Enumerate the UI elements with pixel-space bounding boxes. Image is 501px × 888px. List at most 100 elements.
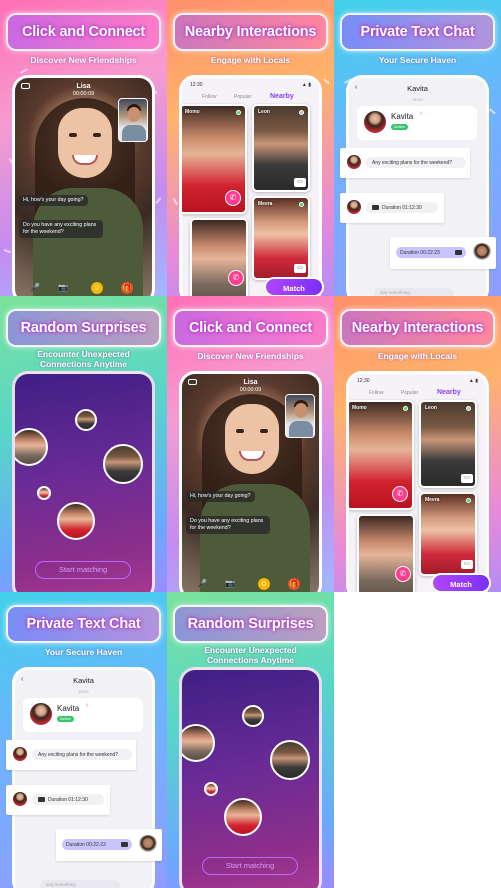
user-card[interactable]: ✆ <box>190 218 248 296</box>
self-preview-video[interactable] <box>285 394 315 438</box>
user-bubble[interactable] <box>103 444 143 484</box>
eye-left <box>236 429 244 433</box>
match-button[interactable]: Match <box>431 573 491 592</box>
phone-icon[interactable]: ✆ <box>225 190 241 206</box>
user-card[interactable]: Leon ▭ <box>419 400 477 488</box>
gift-icon[interactable]: 🎁 <box>288 578 300 590</box>
tile-click-connect: Click and Connect Discover New Friendshi… <box>0 0 167 296</box>
subtitle: Your Secure Haven <box>378 55 457 65</box>
caller-name: Lisa <box>243 379 258 386</box>
banner-title: Private Text Chat <box>26 616 141 632</box>
video-icon <box>121 842 128 847</box>
mic-icon[interactable]: 🎤 <box>196 578 208 590</box>
user-bubble[interactable] <box>182 724 215 762</box>
screenshot-grid: Click and Connect Discover New Friendshi… <box>0 0 501 888</box>
phone-icon[interactable]: ✆ <box>392 486 408 502</box>
video-icon <box>455 250 462 255</box>
chat-bubble: Do you have any exciting plans for the w… <box>19 220 103 238</box>
phone-icon[interactable]: ✆ <box>395 566 411 582</box>
phone-mockup-video-call: Lisa 00:00:09 Hi, how's your day going? … <box>179 371 322 592</box>
tab-popular[interactable]: Popular <box>401 390 418 396</box>
tab-nearby[interactable]: Nearby <box>437 389 461 396</box>
tile-nearby: Nearby Interactions Engage with Locals 1… <box>334 296 501 592</box>
avatar <box>346 154 362 170</box>
user-bubble[interactable] <box>15 428 48 466</box>
user-card[interactable]: ✆ <box>357 514 415 592</box>
call-timer: 00:00:09 <box>239 387 262 393</box>
message-card: Any exciting plans for the weekend? <box>6 740 136 770</box>
user-card[interactable]: Leon ▭ <box>252 104 310 192</box>
tab-follow[interactable]: Follow <box>369 390 383 396</box>
self-preview-video[interactable] <box>118 98 148 142</box>
user-card[interactable]: Momo ✆ <box>182 104 247 214</box>
camera-icon[interactable]: 📷 <box>224 578 236 590</box>
online-indicator <box>466 498 471 503</box>
user-card[interactable]: Meera ▭ <box>419 492 477 576</box>
user-card[interactable]: Momo ✆ <box>349 400 414 510</box>
user-bubble[interactable] <box>75 409 97 431</box>
user-card[interactable]: Meera ▭ <box>252 196 310 280</box>
user-bubble[interactable] <box>37 486 51 500</box>
tab-nearby[interactable]: Nearby <box>270 93 294 100</box>
chat-icon[interactable]: ▭ <box>461 560 473 569</box>
banner: Private Text Chat <box>340 13 495 51</box>
phone-mockup-random: Start matching <box>179 667 322 888</box>
user-bubble[interactable] <box>224 798 262 836</box>
avatar <box>346 199 362 215</box>
user-bubble[interactable] <box>270 740 310 780</box>
banner: Nearby Interactions <box>340 309 495 347</box>
tab-follow[interactable]: Follow <box>202 94 216 100</box>
tile-random: Random Surprises Encounter Unexpected Co… <box>0 296 167 592</box>
start-matching-button[interactable]: Start matching <box>35 561 131 579</box>
profile-card[interactable]: Kavita ♀ Active <box>357 106 477 140</box>
emoji-icon[interactable]: ☺ <box>91 282 103 294</box>
card-name: Leon <box>258 109 270 115</box>
call-record-pill: Duration 01:12:30 <box>366 202 438 213</box>
chat-bubble: Hi, how's your day going? <box>19 195 88 206</box>
banner: Random Surprises <box>6 309 161 347</box>
message-card: Any exciting plans for the weekend? <box>340 148 470 178</box>
match-button[interactable]: Match <box>264 277 324 296</box>
message-input[interactable]: Say something <box>374 288 454 296</box>
face-shape <box>225 404 279 474</box>
subtitle: Engage with Locals <box>210 55 291 65</box>
emoji-icon[interactable]: ☺ <box>258 578 270 590</box>
duration-text: Duration 00:22:23 <box>66 841 106 848</box>
avatar <box>12 746 28 762</box>
female-icon: ♀ <box>85 703 90 709</box>
video-icon <box>38 797 45 802</box>
duration-text: Duration 00:22:23 <box>400 249 440 256</box>
tile-random: Random Surprises Encounter Unexpected Co… <box>167 592 334 888</box>
status-badge: Active <box>391 124 408 130</box>
status-badge: Active <box>57 716 74 722</box>
banner: Private Text Chat <box>6 605 161 643</box>
caller-name: Lisa <box>76 83 91 90</box>
avatar <box>472 243 492 263</box>
phone-icon[interactable]: ✆ <box>228 270 244 286</box>
online-indicator <box>236 110 241 115</box>
call-record-pill: Duration 00:22:23 <box>396 247 466 258</box>
tab-popular[interactable]: Popular <box>234 94 251 100</box>
chat-icon[interactable]: ▭ <box>461 474 473 483</box>
user-bubble[interactable] <box>57 502 95 540</box>
eye-right <box>93 133 101 137</box>
subtitle-line: Encounter Unexpected <box>37 349 130 359</box>
phone-mockup-video-call: Lisa 00:00:09 Hi, how's your day going? … <box>12 75 155 296</box>
gift-icon[interactable]: 🎁 <box>121 282 133 294</box>
message-card: Duration 00:22:23 <box>390 237 496 269</box>
chat-icon[interactable]: ▭ <box>294 178 306 187</box>
chat-title: Kavita <box>407 84 428 93</box>
chat-bubble: Do you have any exciting plans for the w… <box>186 516 270 534</box>
start-matching-button[interactable]: Start matching <box>202 857 298 875</box>
online-indicator <box>299 110 304 115</box>
user-bubble[interactable] <box>204 782 218 796</box>
chat-icon[interactable]: ▭ <box>294 264 306 273</box>
user-bubble[interactable] <box>242 705 264 727</box>
message-input[interactable]: Say something <box>40 880 120 888</box>
face-shape <box>58 108 112 178</box>
profile-card[interactable]: Kavita ♀ Active <box>23 698 143 732</box>
chat-header: ‹ Kavita <box>15 676 152 686</box>
camera-icon[interactable]: 📷 <box>57 282 69 294</box>
mic-icon[interactable]: 🎤 <box>29 282 41 294</box>
tile-nearby: Nearby Interactions Engage with Locals 1… <box>167 0 334 296</box>
